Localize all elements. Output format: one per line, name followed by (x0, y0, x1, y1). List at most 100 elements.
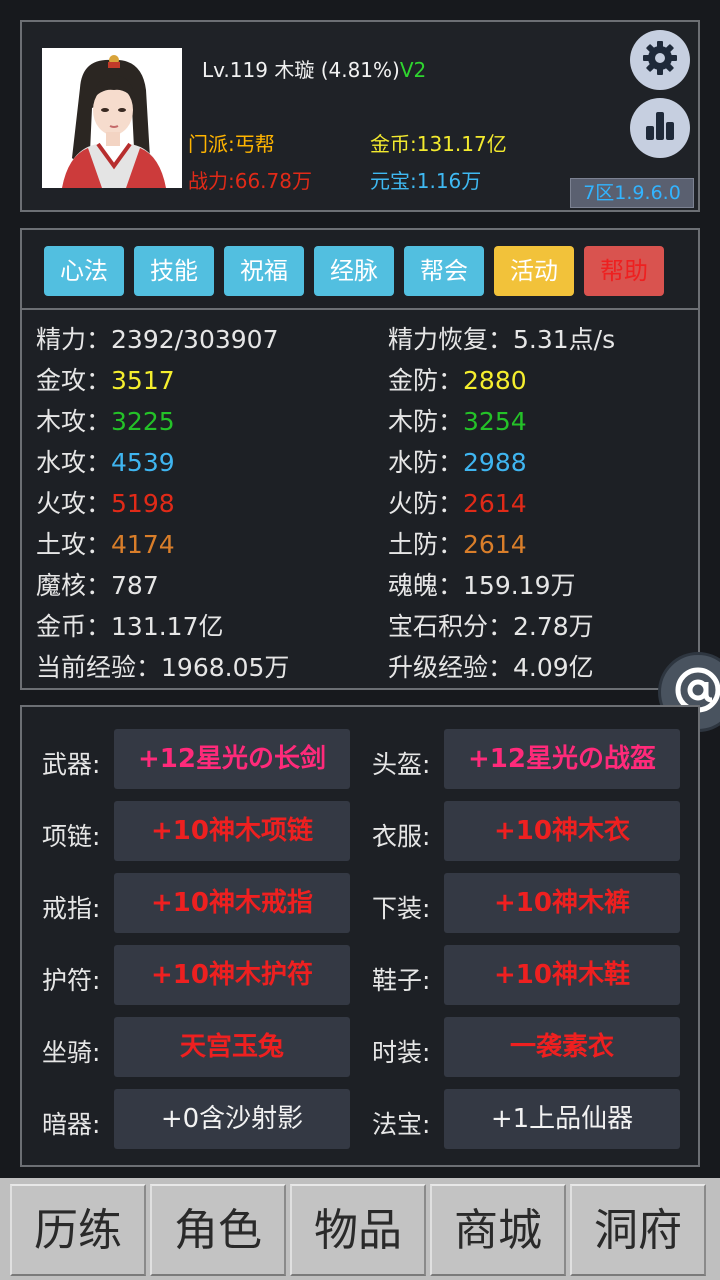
combat-power-text: 战力:66.78万 (188, 169, 312, 193)
stat-demon-core: 魔核：787 (36, 566, 159, 602)
stat-value: 159.19万 (463, 571, 576, 600)
stat-current-exp: 当前经验：1968.05万 (36, 648, 289, 684)
stat-label: 魔核： (36, 571, 112, 600)
stat-fire-defense: 火防：2614 (388, 484, 527, 520)
stat-value: 4539 (111, 448, 175, 477)
slot-label-amulet: 护符: (42, 966, 101, 995)
character-header: Lv.119 木璇 (4.81%)V2 门派:丐帮 战力:66.78万 金币:1… (20, 20, 700, 212)
slot-label-treasure: 法宝: (372, 1110, 431, 1139)
stat-water-attack: 水攻：4539 (36, 443, 175, 479)
stat-label: 木攻： (36, 407, 112, 436)
stat-wood-defense: 木防：3254 (388, 402, 527, 438)
slot-label-shoes: 鞋子: (372, 966, 431, 995)
tab-skills[interactable]: 技能 (134, 246, 214, 296)
stat-value: 5.31点/s (513, 325, 616, 354)
stat-gem-points: 宝石积分：2.78万 (388, 607, 594, 643)
gear-icon (640, 38, 680, 82)
stat-value: 131.17亿 (111, 612, 224, 641)
tab-xinfa[interactable]: 心法 (44, 246, 124, 296)
equip-ring-button[interactable]: +10神木戒指 (114, 873, 350, 933)
equip-necklace-button[interactable]: +10神木项链 (114, 801, 350, 861)
stat-label: 水攻： (36, 448, 112, 477)
stat-label: 土防： (388, 530, 464, 559)
equip-treasure-button[interactable]: +1上品仙器 (444, 1089, 680, 1149)
stat-value: 2392/303907 (111, 325, 279, 354)
character-name: 木璇 (274, 58, 315, 82)
slot-label-mount: 坐骑: (42, 1038, 101, 1067)
server-version-badge: 7区1.9.6.0 (570, 178, 694, 208)
stat-label: 火防： (388, 489, 464, 518)
stat-value: 2988 (463, 448, 527, 477)
bar-chart-icon (640, 106, 680, 150)
stat-energy-regen: 精力恢复：5.31点/s (388, 320, 615, 356)
equip-pants-button[interactable]: +10神木裤 (444, 873, 680, 933)
equip-mount-button[interactable]: 天宫玉兔 (114, 1017, 350, 1077)
stat-label: 木防： (388, 407, 464, 436)
slot-label-armor: 衣服: (372, 822, 431, 851)
slot-label-pants: 下装: (372, 894, 431, 923)
stat-earth-attack: 土攻：4174 (36, 525, 175, 561)
stat-label: 升级经验： (388, 653, 514, 682)
stat-label: 精力： (36, 325, 112, 354)
character-title: Lv.119 木璇 (4.81%)V2 (202, 54, 426, 83)
stat-value: 2614 (463, 489, 527, 518)
equip-helmet-button[interactable]: +12星光の战盔 (444, 729, 680, 789)
settings-button[interactable] (630, 30, 690, 90)
slot-label-ring: 戒指: (42, 894, 101, 923)
sect-text: 门派:丐帮 (188, 132, 275, 156)
slot-label-helmet: 头盔: (372, 750, 431, 779)
equip-fashion-button[interactable]: 一袭素衣 (444, 1017, 680, 1077)
stat-label: 宝石积分： (388, 612, 514, 641)
vip-badge: V2 (399, 58, 427, 82)
slot-label-fashion: 时装: (372, 1038, 431, 1067)
slot-label-weapon: 武器: (42, 750, 101, 779)
tab-blessing[interactable]: 祝福 (224, 246, 304, 296)
stat-label: 水防： (388, 448, 464, 477)
stat-label: 当前经验： (36, 653, 162, 682)
gold-text: 金币:131.17亿 (370, 132, 507, 156)
stat-gold: 金币：131.17亿 (36, 607, 224, 643)
stat-metal-attack: 金攻：3517 (36, 361, 175, 397)
character-portrait (42, 48, 182, 188)
stat-label: 金币： (36, 612, 112, 641)
stats-panel: 心法 技能 祝福 经脉 帮会 活动 帮助 精力：2392/303907 金攻：3… (20, 228, 700, 690)
tab-events[interactable]: 活动 (494, 246, 574, 296)
slot-label-necklace: 项链: (42, 822, 101, 851)
level-text: Lv.119 (202, 58, 268, 82)
slot-label-hidden-weapon: 暗器: (42, 1110, 101, 1139)
bottom-nav: 历练 角色 物品 商城 洞府 (0, 1178, 720, 1280)
stat-soul: 魂魄：159.19万 (388, 566, 576, 602)
tab-guild[interactable]: 帮会 (404, 246, 484, 296)
stat-value: 3225 (111, 407, 175, 436)
stat-value: 2614 (463, 530, 527, 559)
stat-value: 4.09亿 (513, 653, 594, 682)
function-tab-bar: 心法 技能 祝福 经脉 帮会 活动 帮助 (22, 230, 698, 310)
stat-value: 2.78万 (513, 612, 594, 641)
stat-label: 金防： (388, 366, 464, 395)
stat-label: 精力恢复： (388, 325, 514, 354)
equip-weapon-button[interactable]: +12星光の长剑 (114, 729, 350, 789)
tab-help[interactable]: 帮助 (584, 246, 664, 296)
stat-label: 金攻： (36, 366, 112, 395)
equip-shoes-button[interactable]: +10神木鞋 (444, 945, 680, 1005)
equip-hidden-weapon-button[interactable]: +0含沙射影 (114, 1089, 350, 1149)
nav-items[interactable]: 物品 (290, 1184, 426, 1276)
nav-cave[interactable]: 洞府 (570, 1184, 706, 1276)
stat-metal-defense: 金防：2880 (388, 361, 527, 397)
tab-meridians[interactable]: 经脉 (314, 246, 394, 296)
stat-earth-defense: 土防：2614 (388, 525, 527, 561)
equip-armor-button[interactable]: +10神木衣 (444, 801, 680, 861)
stat-value: 4174 (111, 530, 175, 559)
equip-amulet-button[interactable]: +10神木护符 (114, 945, 350, 1005)
stat-value: 1968.05万 (161, 653, 290, 682)
stat-value: 5198 (111, 489, 175, 518)
stat-levelup-exp: 升级经验：4.09亿 (388, 648, 594, 684)
nav-character[interactable]: 角色 (150, 1184, 286, 1276)
stat-value: 3254 (463, 407, 527, 436)
nav-shop[interactable]: 商城 (430, 1184, 566, 1276)
ranking-button[interactable] (630, 98, 690, 158)
stat-label: 魂魄： (388, 571, 464, 600)
nav-training[interactable]: 历练 (10, 1184, 146, 1276)
stat-energy: 精力：2392/303907 (36, 320, 279, 356)
stat-label: 土攻： (36, 530, 112, 559)
